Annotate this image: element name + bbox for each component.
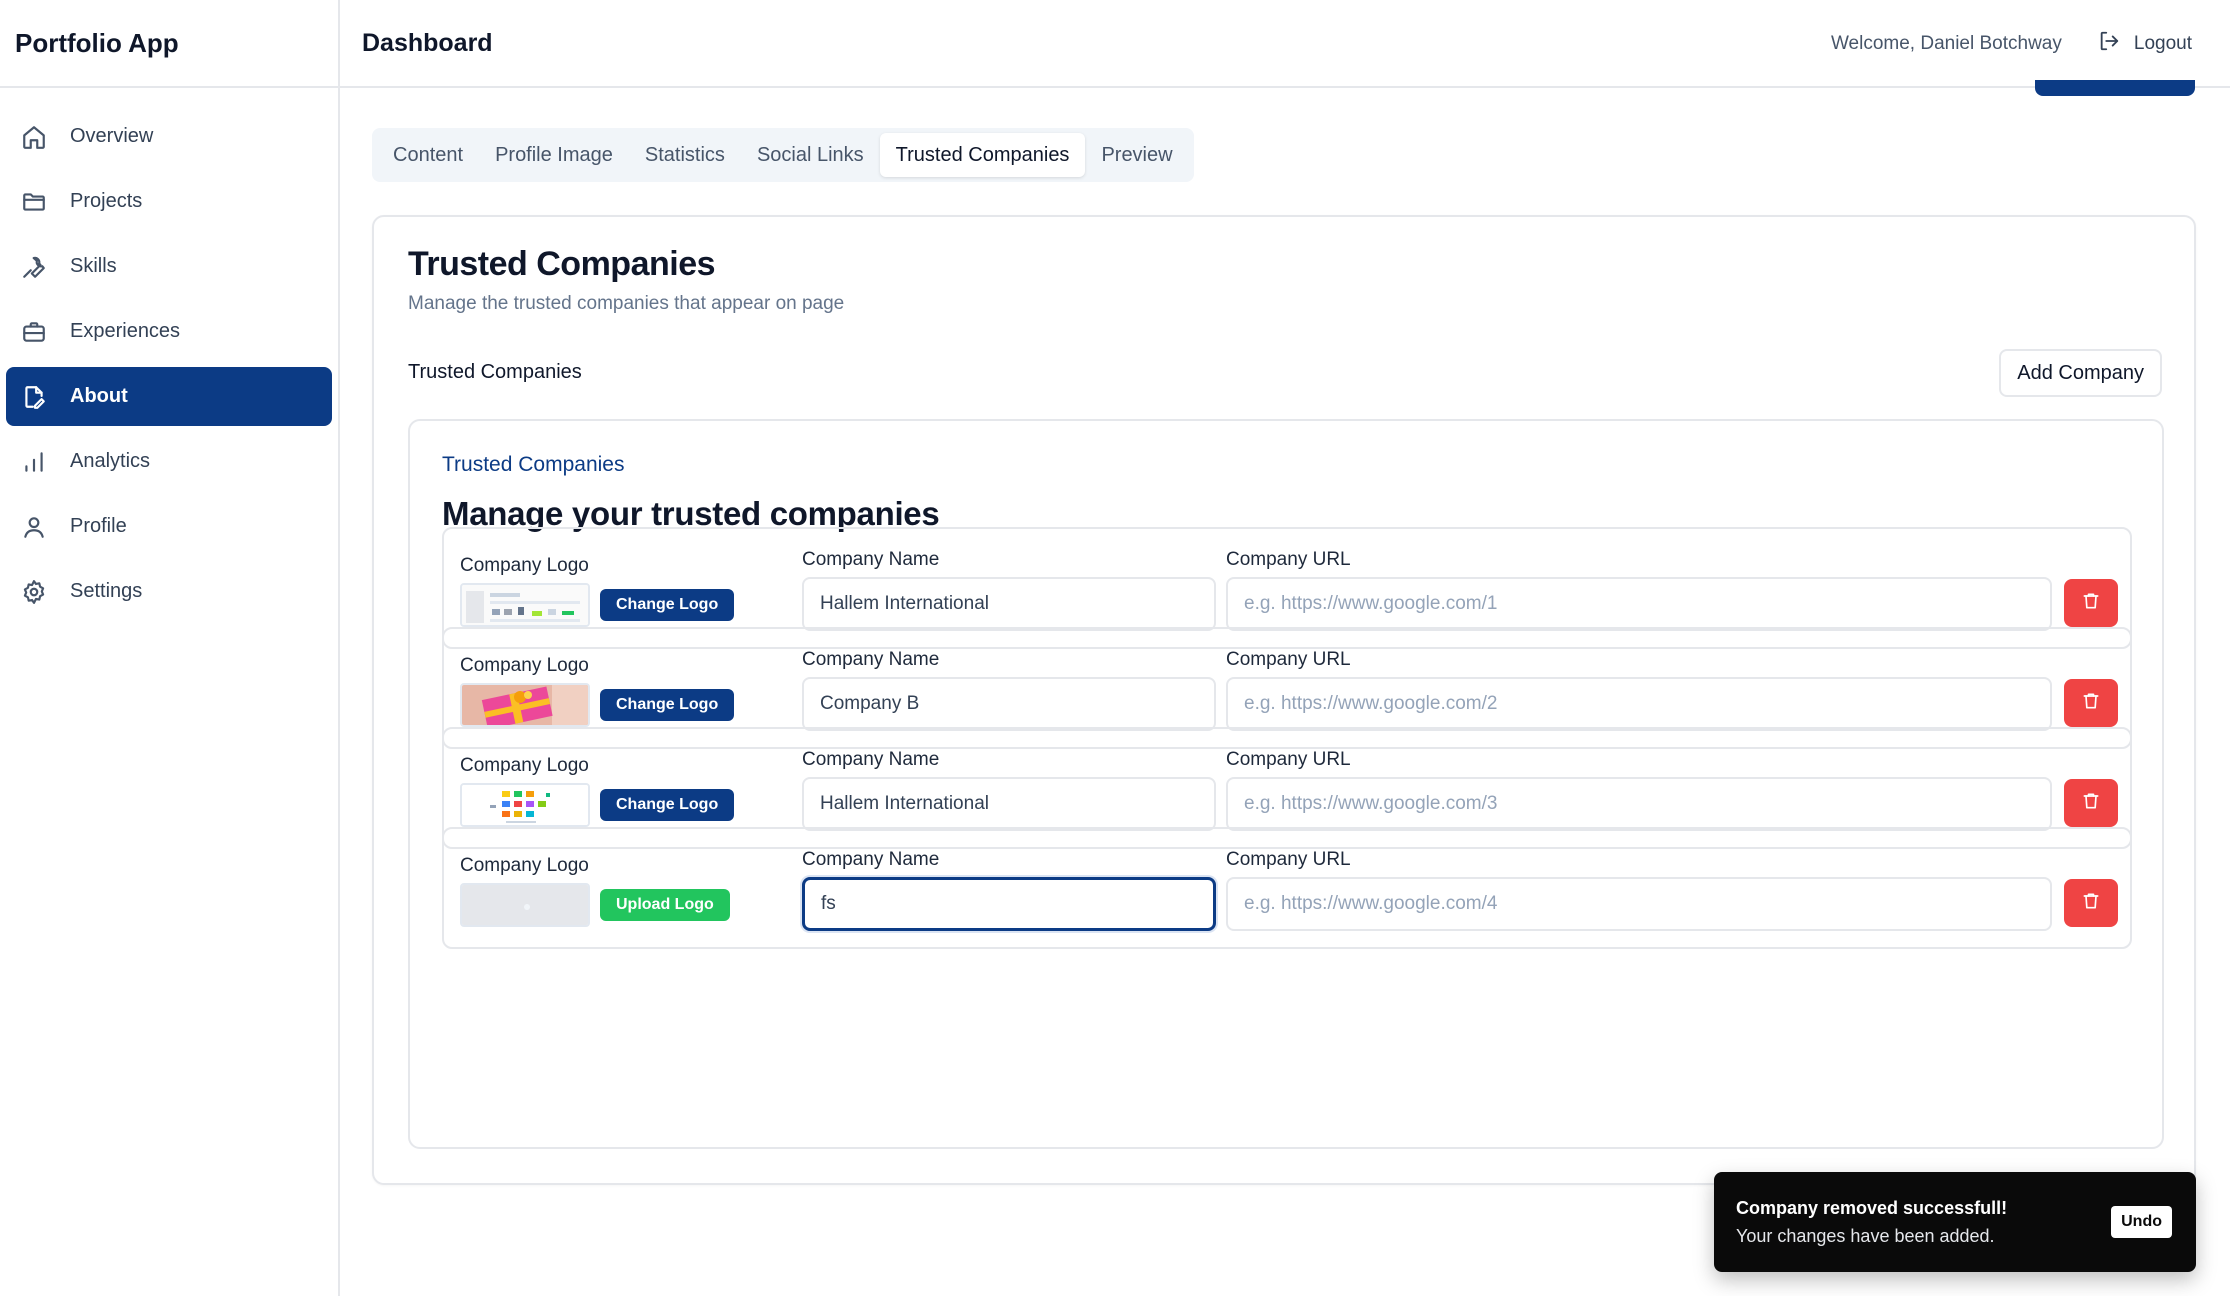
welcome-text: Welcome, Daniel Botchway <box>1830 33 2062 54</box>
company-logo-image <box>460 883 590 927</box>
trash-icon <box>2081 591 2101 616</box>
sidebar-item-experiences[interactable]: Experiences <box>6 302 332 361</box>
logout-label: Logout <box>2133 33 2192 54</box>
change-logo-button[interactable]: Change Logo <box>600 689 735 721</box>
trash-icon <box>2081 791 2101 816</box>
delete-company-button[interactable] <box>2064 679 2118 727</box>
delete-company-button[interactable] <box>2064 879 2118 927</box>
company-logo-image <box>460 683 590 727</box>
company-name-label: Company Name <box>802 649 940 670</box>
company-url-label: Company URL <box>1226 649 1351 670</box>
company-url-input[interactable]: e.g. https://www.google.com/2 <box>1226 677 2052 731</box>
tab-preview[interactable]: Preview <box>1085 133 1188 177</box>
company-url-label: Company URL <box>1226 849 1351 870</box>
briefcase-icon <box>20 318 48 346</box>
gear-icon <box>20 578 48 606</box>
logout-icon <box>2098 30 2120 58</box>
sidebar-item-overview[interactable]: Overview <box>6 107 332 166</box>
company-name-input[interactable]: fs <box>802 877 1216 931</box>
company-logo-label: Company Logo <box>460 855 589 876</box>
sidebar-item-settings[interactable]: Settings <box>6 562 332 621</box>
sidebar-item-label: Experiences <box>70 320 181 342</box>
company-name-input[interactable]: Hallem International <box>802 577 1216 631</box>
upload-logo-button[interactable]: Upload Logo <box>600 889 730 921</box>
user-icon <box>20 513 48 541</box>
change-logo-button[interactable]: Change Logo <box>600 789 735 821</box>
company-url-input[interactable]: e.g. https://www.google.com/3 <box>1226 777 2052 831</box>
tab-social-links[interactable]: Social Links <box>741 133 880 177</box>
company-url-label: Company URL <box>1226 549 1351 570</box>
sidebar-item-label: Analytics <box>70 450 151 472</box>
add-company-button[interactable]: Add Company <box>1999 349 2162 397</box>
company-name-label: Company Name <box>802 549 940 570</box>
section-label: Trusted Companies <box>408 361 582 383</box>
trusted-companies-card: Trusted Companies Manage the trusted com… <box>372 215 2196 1185</box>
company-name-input[interactable]: Company B <box>802 677 1216 731</box>
undo-button[interactable]: Undo <box>2111 1206 2172 1238</box>
save-button-partial[interactable] <box>2035 80 2195 96</box>
about-tabs: Content Profile Image Statistics Social … <box>372 128 1194 182</box>
toast-title: Company removed successfull! <box>1736 1198 2008 1218</box>
tab-trusted-companies[interactable]: Trusted Companies <box>879 133 1086 177</box>
company-name-label: Company Name <box>802 749 940 770</box>
card-title: Trusted Companies <box>408 245 716 283</box>
header-right: Welcome, Daniel Botchway Logout <box>1831 0 2192 88</box>
app-brand: Portfolio App <box>0 0 338 88</box>
home-icon <box>20 123 48 151</box>
company-logo-label: Company Logo <box>460 555 589 576</box>
sidebar-item-label: Settings <box>70 580 143 602</box>
sidebar-item-skills[interactable]: Skills <box>6 237 332 296</box>
company-url-input[interactable]: e.g. https://www.google.com/4 <box>1226 877 2052 931</box>
folder-icon <box>20 188 48 216</box>
company-name-label: Company Name <box>802 849 940 870</box>
company-row: Company Logo Upload Logo Company Name fs Com… <box>442 827 2132 949</box>
change-logo-button[interactable]: Change Logo <box>600 589 735 621</box>
company-name-input[interactable]: Hallem International <box>802 777 1216 831</box>
sidebar-item-about[interactable]: About <box>6 367 332 426</box>
delete-company-button[interactable] <box>2064 579 2118 627</box>
company-url-input[interactable]: e.g. https://www.google.com/1 <box>1226 577 2052 631</box>
panel-kicker: Trusted Companies <box>442 453 625 476</box>
page-title: Dashboard <box>362 28 493 57</box>
trash-icon <box>2081 891 2101 916</box>
sidebar-item-label: Skills <box>70 255 117 277</box>
tab-profile-image[interactable]: Profile Image <box>479 133 629 177</box>
top-header: Dashboard Welcome, Daniel Botchway Logou… <box>340 0 2230 88</box>
sidebar-nav: Overview Projects Skills Experiences Abo… <box>0 88 338 621</box>
company-logo-label: Company Logo <box>460 655 589 676</box>
toast-message: Your changes have been added. <box>1736 1226 1995 1246</box>
sidebar-item-label: Overview <box>70 125 154 147</box>
sidebar-item-analytics[interactable]: Analytics <box>6 432 332 491</box>
toast-notification: Company removed successfull! Your change… <box>1714 1172 2196 1272</box>
wrench-icon <box>20 253 48 281</box>
company-url-label: Company URL <box>1226 749 1351 770</box>
company-logo-image <box>460 583 590 627</box>
trash-icon <box>2081 691 2101 716</box>
sidebar-item-projects[interactable]: Projects <box>6 172 332 231</box>
tab-content[interactable]: Content <box>377 133 479 177</box>
company-logo-label: Company Logo <box>460 755 589 776</box>
sidebar-item-label: Projects <box>70 190 143 212</box>
sidebar-item-label: About <box>70 385 128 407</box>
companies-panel: Trusted Companies Manage your trusted co… <box>408 419 2164 1149</box>
company-logo-image <box>460 783 590 827</box>
sidebar: Portfolio App Overview Projects Skills E… <box>0 0 340 1296</box>
sidebar-item-profile[interactable]: Profile <box>6 497 332 556</box>
sidebar-item-label: Profile <box>70 515 127 537</box>
logout-button[interactable]: Logout <box>2098 30 2192 58</box>
card-subtitle: Manage the trusted companies that appear… <box>408 293 845 314</box>
delete-company-button[interactable] <box>2064 779 2118 827</box>
file-edit-icon <box>20 383 48 411</box>
tab-statistics[interactable]: Statistics <box>629 133 741 177</box>
bar-chart-icon <box>20 448 48 476</box>
